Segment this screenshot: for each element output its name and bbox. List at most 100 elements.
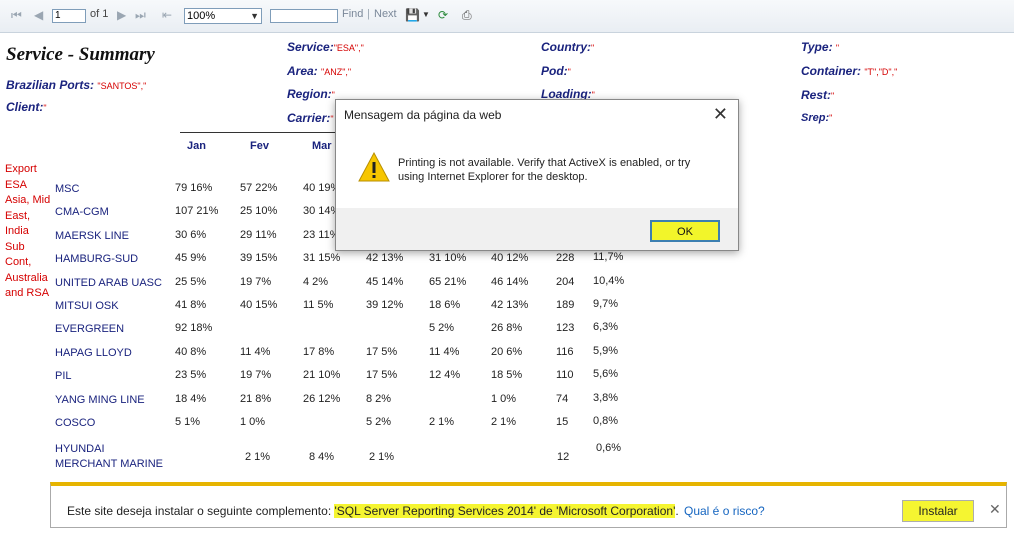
table-cell: 19 7%	[240, 275, 272, 288]
table-cell: 0,8%	[593, 415, 619, 427]
filter-area: Area: "ANZ","	[287, 64, 352, 78]
table-cell: 21 8%	[240, 392, 272, 405]
notification-text: Este site deseja instalar o seguinte com…	[67, 504, 679, 518]
table-cell: 18 4%	[175, 392, 207, 405]
carrier-name: HAPAG LLOYD	[55, 346, 132, 359]
filter-rest: Rest:"	[801, 88, 835, 102]
carrier-name: HYUNDAI MERCHANT MARINE	[55, 443, 163, 470]
table-cell: 41 8%	[175, 299, 207, 311]
table-cell: 5 2%	[366, 416, 392, 428]
month-header: Jan	[187, 140, 206, 152]
table-cell: 25 5%	[175, 275, 207, 288]
table-cell: 5,6%	[593, 368, 619, 381]
table-cell: 20 6%	[491, 345, 523, 358]
table-cell: 31 15%	[303, 252, 341, 265]
filter-service: Service:"ESA","	[287, 40, 364, 54]
table-cell: 110	[556, 369, 574, 382]
table-cell: 40 15%	[240, 299, 278, 311]
web-message-dialog: Mensagem da página da web ✕ Printing is …	[335, 99, 739, 251]
table-cell: 65 21%	[429, 275, 467, 288]
report-title: Service - Summary	[6, 44, 155, 65]
filter-pod: Pod:"	[541, 64, 571, 78]
find-input[interactable]	[270, 9, 338, 23]
carrier-name: COSCO	[55, 417, 96, 429]
table-cell: 2 1%	[491, 416, 517, 428]
addon-notification-bar: Este site deseja instalar o seguinte com…	[50, 482, 1007, 528]
dialog-footer: OK	[336, 208, 738, 250]
filter-container: Container: "T","D","	[801, 64, 898, 78]
export-dropdown-icon[interactable]: ▼	[422, 8, 430, 22]
chevron-down-icon: ▼	[250, 11, 259, 21]
previous-page-icon[interactable]: ◀	[34, 8, 43, 22]
next-page-icon[interactable]: ▶	[117, 8, 126, 22]
table-cell: 11 4%	[240, 345, 271, 358]
table-cell: 116	[556, 345, 574, 358]
table-cell: 26 12%	[303, 392, 341, 405]
table-cell: 123	[556, 322, 575, 335]
table-cell: 18 6%	[429, 299, 461, 311]
table-cell: 18 5%	[491, 369, 523, 382]
filter-brazilian-ports: Brazilian Ports: "SANTOS","	[6, 78, 147, 92]
page-count: of 1	[90, 8, 109, 20]
page-number-input[interactable]	[52, 9, 86, 23]
table-cell: 1 0%	[240, 416, 266, 428]
table-cell: 204	[556, 275, 575, 288]
carrier-name: PIL	[55, 370, 72, 383]
carrier-name: MITSUI OSK	[55, 300, 119, 312]
table-cell: 2 1%	[369, 451, 395, 463]
table-cell: 4 2%	[303, 275, 329, 288]
table-cell: 5 1%	[175, 416, 201, 428]
table-cell: 12	[557, 451, 570, 463]
close-icon[interactable]: ✕	[989, 501, 1001, 518]
table-cell: 40 12%	[491, 252, 529, 265]
table-cell: 40 8%	[175, 345, 207, 358]
last-page-icon[interactable]: ⏭	[135, 8, 146, 22]
table-cell: 8 4%	[309, 451, 335, 463]
table-cell: 29 11%	[240, 228, 277, 241]
report-toolbar: ⏮ ◀ of 1 ▶ ⏭ ⇤ 100%▼ Find | Next 💾 ▼ ⟳ ⎙	[0, 0, 1014, 33]
export-icon[interactable]: 💾	[405, 8, 420, 22]
print-icon[interactable]: ⎙	[462, 8, 472, 22]
first-page-icon[interactable]: ⏮	[11, 8, 22, 22]
table-cell: 2 1%	[245, 451, 271, 463]
table-cell: 1 0%	[491, 392, 517, 405]
table-cell: 11,7%	[593, 251, 624, 264]
table-cell: 15	[556, 416, 569, 428]
table-cell: 19 7%	[240, 369, 272, 382]
table-cell: 30 6%	[175, 228, 207, 241]
table-cell: 45 9%	[175, 252, 207, 265]
table-cell: 6,3%	[593, 321, 619, 334]
table-cell: 79 16%	[175, 182, 213, 194]
close-icon[interactable]: ✕	[713, 104, 728, 124]
service-region-label: Export ESA Asia, Mid East, India Sub Cont, Aus…	[5, 163, 51, 299]
month-header: Mar	[312, 140, 332, 152]
install-button[interactable]: Instalar	[902, 500, 974, 522]
table-cell: 21 10%	[303, 369, 341, 382]
ok-button[interactable]: OK	[650, 220, 720, 242]
table-cell: 12 4%	[429, 369, 461, 382]
risk-link[interactable]: Qual é o risco?	[684, 504, 765, 518]
find-separator: |	[367, 8, 370, 20]
filter-region: Region:"	[287, 87, 335, 101]
table-cell: 42 13%	[491, 299, 529, 311]
zoom-select[interactable]: 100% ▼	[184, 8, 262, 24]
filter-country: Country:"	[541, 40, 595, 54]
carrier-name: MAERSK LINE	[55, 229, 129, 242]
table-cell: 5 2%	[429, 322, 455, 335]
filter-carrier: Carrier:"	[287, 111, 334, 125]
table-cell: 0,6%	[596, 442, 622, 454]
table-cell: 39 12%	[366, 299, 404, 311]
table-cell: 10,4%	[593, 274, 625, 287]
next-link[interactable]: Next	[374, 8, 397, 20]
table-cell: 5,9%	[593, 344, 619, 357]
table-cell: 17 5%	[366, 345, 398, 358]
filter-type: Type: "	[801, 40, 840, 54]
carrier-name: HAMBURG-SUD	[55, 253, 139, 266]
table-cell: 11 4%	[429, 345, 460, 358]
refresh-icon[interactable]: ⟳	[438, 8, 448, 22]
back-icon[interactable]: ⇤	[162, 8, 172, 22]
table-cell: 3,8%	[593, 391, 619, 404]
month-header-rule	[180, 132, 340, 133]
table-cell: 57 22%	[240, 182, 278, 194]
find-link[interactable]: Find	[342, 8, 363, 20]
